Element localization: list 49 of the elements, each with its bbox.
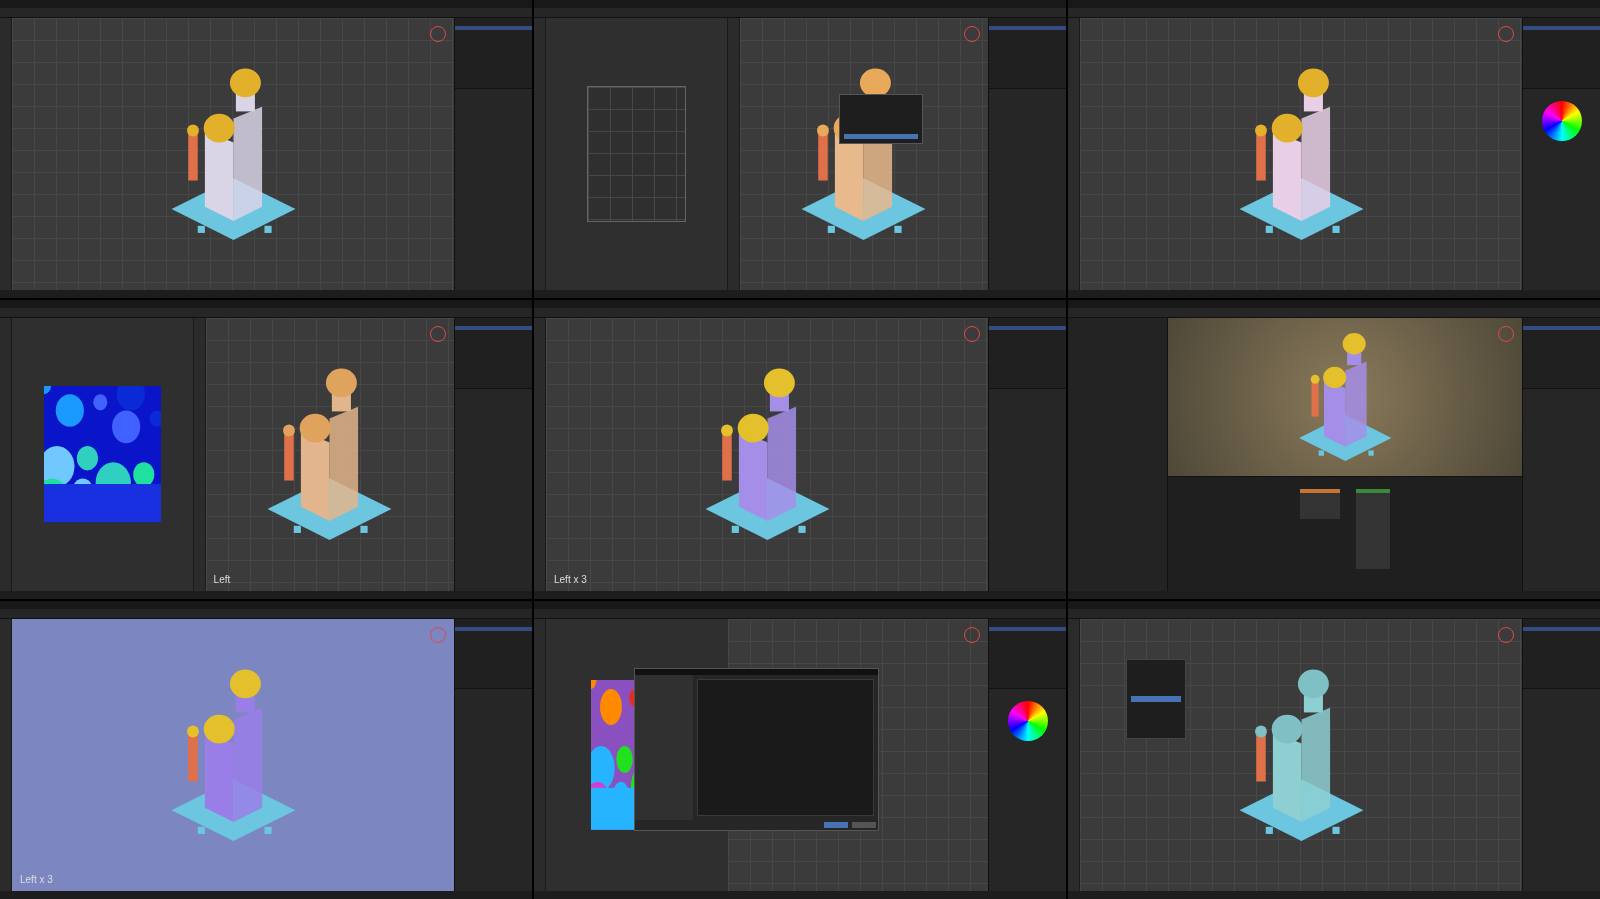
menu-bar[interactable] [1068,600,1600,609]
outliner-panel[interactable] [989,18,1066,89]
viewport[interactable]: Left x 3 [546,318,988,591]
outliner-panel[interactable] [1523,318,1600,390]
menu-bar[interactable] [0,600,532,609]
outliner-panel[interactable] [989,318,1066,390]
outliner-row-highlight[interactable] [1523,326,1600,331]
side-panel[interactable] [988,618,1066,891]
menu-bar[interactable] [0,300,532,309]
node-editor[interactable] [1167,476,1522,591]
viewport[interactable]: Left [205,318,454,591]
image-node[interactable] [1299,489,1340,520]
operation-label: Left [213,572,231,587]
outliner-panel[interactable] [1523,618,1600,690]
menu-item-highlight[interactable] [1131,695,1181,702]
outliner-panel[interactable] [1523,18,1600,89]
side-panel[interactable] [1522,18,1600,291]
cancel-button[interactable] [852,822,877,829]
viewport[interactable] [739,18,988,291]
outliner-panel[interactable] [455,18,532,89]
tool-column[interactable] [0,18,12,291]
viewport[interactable] [1080,618,1522,891]
header-bar[interactable] [534,308,1066,319]
operation-label: Left x 3 [554,572,587,587]
outliner-panel[interactable] [455,318,532,390]
viewport[interactable] [1080,18,1522,291]
color-wheel[interactable] [1007,701,1048,742]
outliner-row-highlight[interactable] [1523,626,1600,631]
tool-column[interactable] [534,318,546,591]
outliner-panel[interactable] [455,618,532,690]
tool-column[interactable] [534,18,546,291]
color-wheel[interactable] [1541,100,1582,141]
confirm-button[interactable] [843,134,918,140]
outliner-row-highlight[interactable] [989,626,1066,631]
tool-column[interactable] [0,618,12,891]
outliner-row-highlight[interactable] [989,326,1066,331]
tool-column[interactable] [1068,18,1080,291]
outliner-row-highlight[interactable] [455,626,532,631]
menu-bar[interactable] [534,600,1066,609]
viewport[interactable] [12,18,454,291]
viewport[interactable] [1167,318,1522,477]
operation-label: Left x 3 [20,873,53,887]
shader-node[interactable] [1355,489,1390,570]
popup-panel[interactable] [838,94,923,145]
context-menu[interactable] [1126,658,1186,739]
accept-button[interactable] [824,822,849,829]
outliner-row-highlight[interactable] [455,326,532,331]
outliner-panel[interactable] [989,618,1066,690]
header-bar[interactable] [1068,308,1600,319]
